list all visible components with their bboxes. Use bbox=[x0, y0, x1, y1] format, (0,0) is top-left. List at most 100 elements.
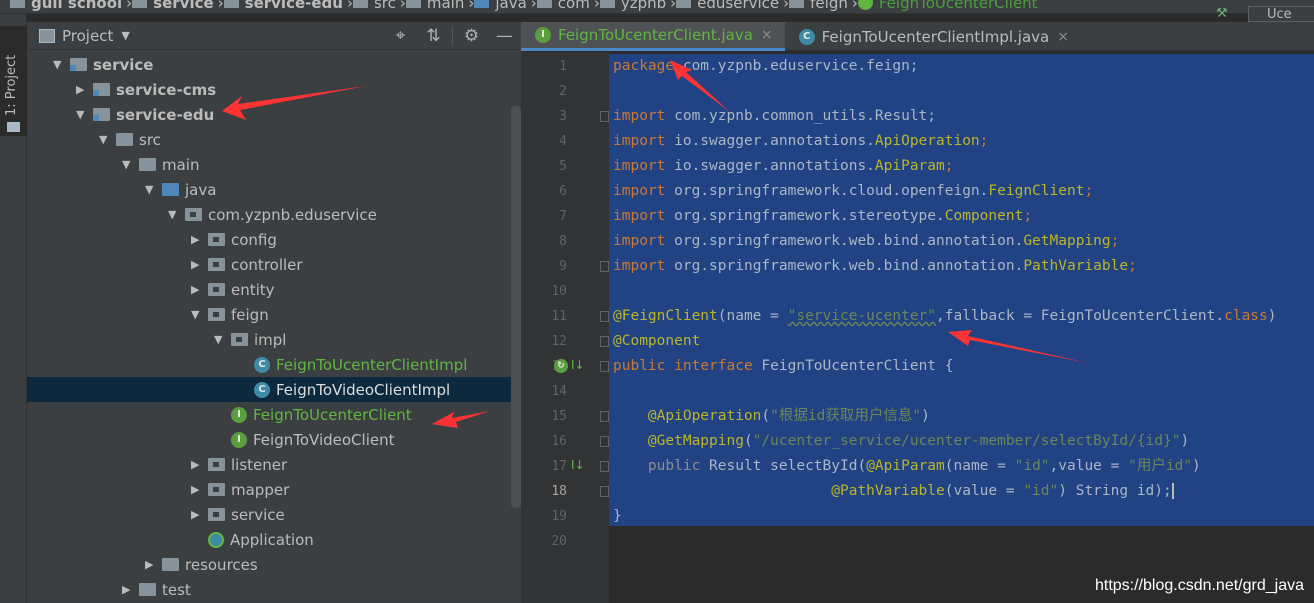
tree-node[interactable]: ▶ controller bbox=[27, 252, 521, 277]
close-icon[interactable]: × bbox=[1057, 29, 1069, 45]
tree-node[interactable]: ▼ impl bbox=[27, 327, 521, 352]
fold-marker-icon[interactable] bbox=[600, 261, 609, 272]
line-number[interactable]: 19 bbox=[521, 504, 567, 529]
expanded-arrow-icon[interactable]: ▼ bbox=[122, 158, 139, 171]
expanded-arrow-icon[interactable]: ▼ bbox=[76, 108, 93, 121]
collapsed-arrow-icon[interactable]: ▶ bbox=[191, 233, 208, 246]
project-tool-tab[interactable]: 1: Project bbox=[0, 26, 27, 136]
fold-marker-icon[interactable] bbox=[600, 411, 609, 422]
tree-node[interactable]: ▶ entity bbox=[27, 277, 521, 302]
tree-scrollbar[interactable] bbox=[511, 106, 521, 508]
tree-node[interactable]: ▶ test bbox=[27, 577, 521, 602]
collapsed-arrow-icon[interactable]: ▶ bbox=[191, 283, 208, 296]
line-number[interactable]: 18 bbox=[521, 479, 567, 504]
tree-node[interactable]: I FeignToUcenterClient bbox=[27, 402, 521, 427]
project-tool-tab-label[interactable]: 1: Project bbox=[4, 40, 19, 116]
project-view-selector[interactable]: Project bbox=[62, 27, 113, 45]
tree-node[interactable]: ▼ src bbox=[27, 127, 521, 152]
line-number[interactable]: 7 bbox=[521, 204, 567, 229]
tree-node[interactable]: ▶ config bbox=[27, 227, 521, 252]
code-line-7[interactable]: import org.springframework.stereotype.Co… bbox=[613, 204, 1032, 229]
breadcrumb-item[interactable]: guli school bbox=[10, 0, 122, 12]
fold-marker-icon[interactable] bbox=[600, 336, 609, 347]
tree-node[interactable]: ▶ resources bbox=[27, 552, 521, 577]
implemented-by-icon[interactable]: I↓ bbox=[571, 458, 585, 472]
collapse-all-icon[interactable]: ⇅ bbox=[417, 26, 450, 46]
tree-node[interactable]: ▶ service bbox=[27, 502, 521, 527]
line-number[interactable]: 16 bbox=[521, 429, 567, 454]
line-number[interactable]: 14 bbox=[521, 379, 567, 404]
line-number[interactable]: 9 bbox=[521, 254, 567, 279]
collapsed-arrow-icon[interactable]: ▶ bbox=[191, 483, 208, 496]
breadcrumb-item[interactable]: service bbox=[132, 0, 214, 12]
tree-node[interactable]: ▼ main bbox=[27, 152, 521, 177]
fold-marker-icon[interactable] bbox=[600, 486, 609, 497]
fold-marker-icon[interactable] bbox=[600, 361, 609, 372]
code-line-18[interactable]: @PathVariable(value = "id") String id); bbox=[613, 479, 1174, 504]
locate-target-icon[interactable]: ⌖ bbox=[384, 26, 417, 46]
chevron-down-icon[interactable]: ▼ bbox=[121, 29, 129, 42]
collapsed-arrow-icon[interactable]: ▶ bbox=[191, 258, 208, 271]
code-line-16[interactable]: @GetMapping("/ucenter_service/ucenter-me… bbox=[613, 429, 1189, 454]
tree-node[interactable]: ▼ service-edu bbox=[27, 102, 521, 127]
close-icon[interactable]: × bbox=[761, 27, 773, 43]
tree-node[interactable]: ▼ feign bbox=[27, 302, 521, 327]
editor-tab[interactable]: C FeignToUcenterClientImpl.java × bbox=[785, 22, 1081, 51]
code-line-5[interactable]: import io.swagger.annotations.ApiParam; bbox=[613, 154, 953, 179]
expanded-arrow-icon[interactable]: ▼ bbox=[168, 208, 185, 221]
expanded-arrow-icon[interactable]: ▼ bbox=[99, 133, 116, 146]
line-number[interactable]: 8 bbox=[521, 229, 567, 254]
tree-node[interactable]: I FeignToVideoClient bbox=[27, 427, 521, 452]
breadcrumb-item[interactable]: eduservice bbox=[676, 0, 779, 12]
line-number[interactable]: 10 bbox=[521, 279, 567, 304]
breadcrumb-item[interactable]: java bbox=[474, 0, 527, 12]
fold-marker-icon[interactable] bbox=[600, 311, 609, 322]
tree-node[interactable]: Application bbox=[27, 527, 521, 552]
collapsed-arrow-icon[interactable]: ▶ bbox=[145, 558, 162, 571]
fold-marker-icon[interactable] bbox=[600, 111, 609, 122]
breadcrumb-item[interactable]: yzpnb bbox=[599, 0, 666, 12]
expanded-arrow-icon[interactable]: ▼ bbox=[191, 308, 208, 321]
code-line-13[interactable]: public interface FeignToUcenterClient { bbox=[613, 354, 954, 379]
hammer-icon[interactable]: ⚒ bbox=[1216, 6, 1232, 21]
line-number[interactable]: 1 bbox=[521, 54, 567, 79]
line-number[interactable]: 4 bbox=[521, 129, 567, 154]
tree-node[interactable]: C FeignToVideoClientImpl bbox=[27, 377, 521, 402]
gear-icon[interactable]: ⚙ bbox=[455, 26, 488, 46]
line-number[interactable]: 11 bbox=[521, 304, 567, 329]
code-line-6[interactable]: import org.springframework.cloud.openfei… bbox=[613, 179, 1093, 204]
tree-node[interactable]: ▶ mapper bbox=[27, 477, 521, 502]
implemented-by-icon[interactable]: I↓ bbox=[571, 358, 585, 372]
code-line-12[interactable]: @Component bbox=[613, 329, 700, 354]
breadcrumb-item[interactable]: com bbox=[536, 0, 590, 12]
breadcrumb-item[interactable]: src bbox=[352, 0, 396, 12]
fold-marker-icon[interactable] bbox=[600, 461, 609, 472]
tree-node[interactable]: ▶ service-cms bbox=[27, 77, 521, 102]
tree-node[interactable]: ▼ java bbox=[27, 177, 521, 202]
tree-node[interactable]: ▼ com.yzpnb.eduservice bbox=[27, 202, 521, 227]
minimize-icon[interactable]: — bbox=[488, 26, 521, 46]
line-number[interactable]: 20 bbox=[521, 529, 567, 554]
line-number[interactable]: 6 bbox=[521, 179, 567, 204]
breadcrumb-item[interactable]: main bbox=[405, 0, 464, 12]
code-line-11[interactable]: @FeignClient(name = "service-ucenter",fa… bbox=[613, 304, 1277, 329]
line-number[interactable]: 15 bbox=[521, 404, 567, 429]
line-number[interactable]: 2 bbox=[521, 79, 567, 104]
line-number[interactable]: 5 bbox=[521, 154, 567, 179]
tree-node[interactable]: ▼ service bbox=[27, 52, 521, 77]
collapsed-arrow-icon[interactable]: ▶ bbox=[191, 508, 208, 521]
collapsed-arrow-icon[interactable]: ▶ bbox=[191, 458, 208, 471]
collapsed-arrow-icon[interactable]: ▶ bbox=[122, 583, 139, 596]
line-number[interactable]: 12 bbox=[521, 329, 567, 354]
run-config-selector[interactable]: Uce bbox=[1248, 6, 1314, 22]
code-line-17[interactable]: public Result selectById(@ApiParam(name … bbox=[613, 454, 1201, 479]
code-line-3[interactable]: import com.yzpnb.common_utils.Result; bbox=[613, 104, 936, 129]
collapsed-arrow-icon[interactable]: ▶ bbox=[76, 83, 93, 96]
expanded-arrow-icon[interactable]: ▼ bbox=[214, 333, 231, 346]
tree-node[interactable]: C FeignToUcenterClientImpl bbox=[27, 352, 521, 377]
line-number[interactable]: 3 bbox=[521, 104, 567, 129]
breadcrumb-item[interactable]: FeignToUcenterClient bbox=[857, 0, 1038, 12]
code-line-1[interactable]: package com.yzpnb.eduservice.feign; bbox=[613, 54, 919, 79]
code-line-4[interactable]: import io.swagger.annotations.ApiOperati… bbox=[613, 129, 988, 154]
fold-marker-icon[interactable] bbox=[600, 436, 609, 447]
